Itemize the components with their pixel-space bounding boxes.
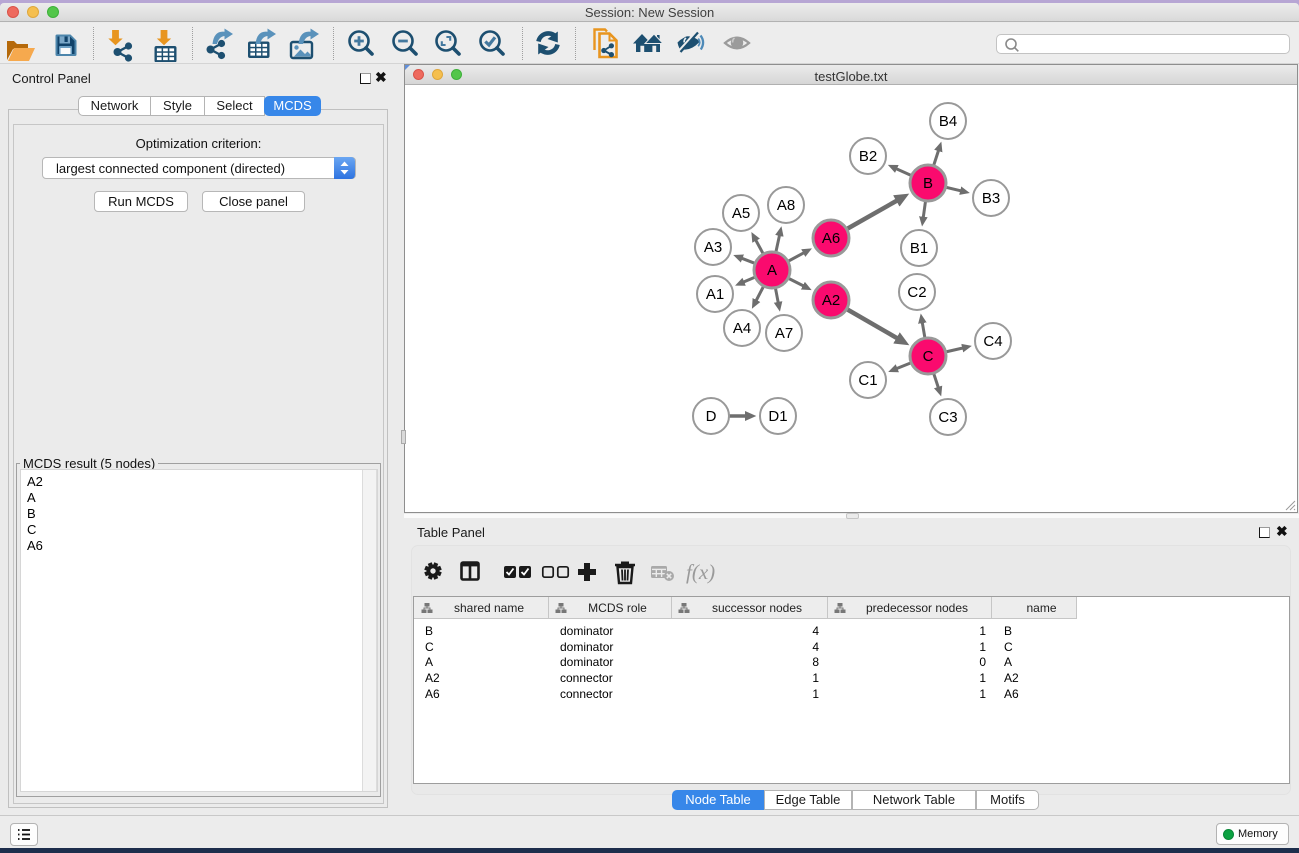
svg-text:B3: B3 [982, 190, 1000, 207]
svg-text:B: B [923, 175, 933, 192]
svg-text:A5: A5 [732, 205, 750, 222]
svg-text:C3: C3 [938, 409, 957, 426]
svg-text:D: D [706, 408, 717, 425]
svg-text:A: A [767, 262, 777, 279]
svg-text:A1: A1 [706, 286, 724, 303]
svg-text:A6: A6 [822, 230, 840, 247]
svg-text:C4: C4 [983, 333, 1002, 350]
svg-text:C2: C2 [907, 284, 926, 301]
svg-text:A7: A7 [775, 325, 793, 342]
svg-text:A8: A8 [777, 197, 795, 214]
svg-text:A4: A4 [733, 320, 751, 337]
svg-text:B1: B1 [910, 240, 928, 257]
svg-text:A3: A3 [704, 239, 722, 256]
svg-text:C1: C1 [858, 372, 877, 389]
svg-text:D1: D1 [768, 408, 787, 425]
svg-text:B2: B2 [859, 148, 877, 165]
svg-text:B4: B4 [939, 113, 957, 130]
svg-text:C: C [923, 348, 934, 365]
svg-text:A2: A2 [822, 292, 840, 309]
